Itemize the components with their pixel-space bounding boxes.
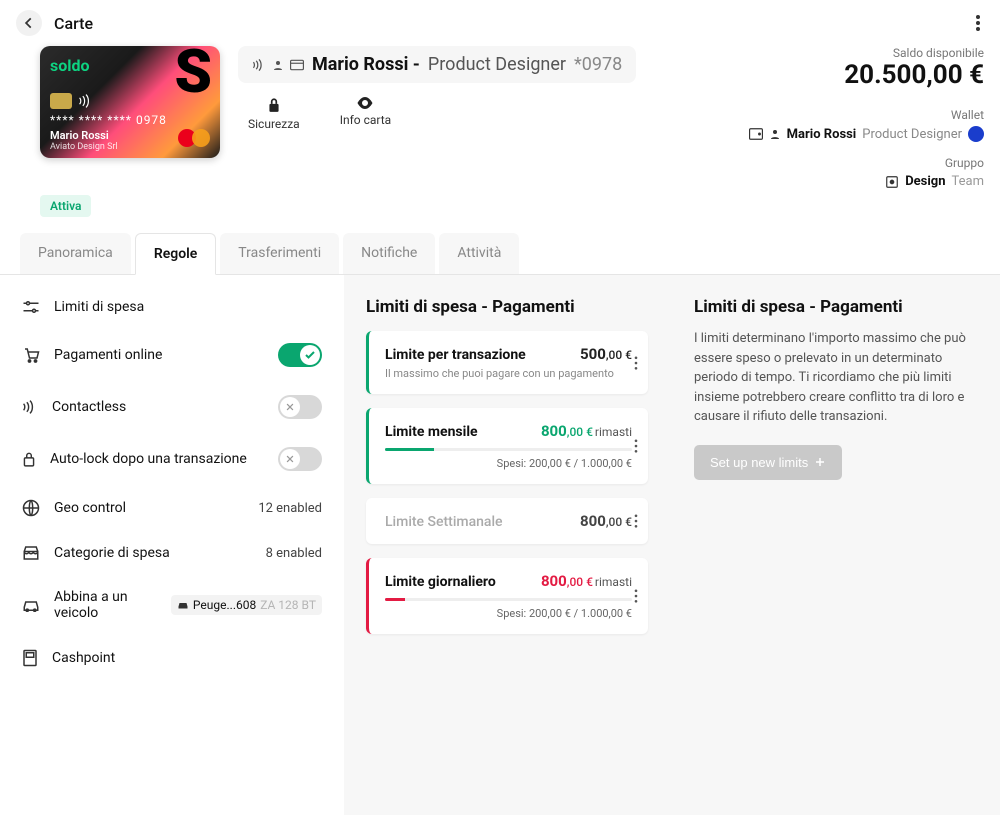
lock-icon: [267, 97, 281, 113]
tab-activity[interactable]: Attività: [439, 233, 519, 274]
limit-more-button[interactable]: [630, 435, 642, 457]
card-name-row: Mario Rossi - Product Designer *0978: [238, 46, 636, 83]
mastercard-logo: [178, 128, 210, 148]
limit-card-daily: Limite giornaliero 800,00 €rimasti Spesi…: [366, 558, 648, 634]
back-button[interactable]: [16, 10, 42, 36]
car-icon: [177, 600, 189, 610]
sidebar-item-cashpoint[interactable]: Cashpoint: [0, 635, 344, 681]
setup-limits-button[interactable]: Set up new limits: [694, 445, 842, 480]
person-icon: [272, 59, 284, 71]
tab-rules[interactable]: Regole: [135, 233, 216, 275]
wallet-icon: [749, 128, 763, 140]
sidebar-item-online-payments[interactable]: Pagamenti online: [0, 329, 344, 381]
limit-more-button[interactable]: [630, 352, 642, 374]
lock-icon: [22, 451, 36, 467]
card-last4: *0978: [574, 54, 622, 75]
limit-card-weekly: Limite Settimanale 800,00 €: [366, 498, 648, 544]
sliders-icon: [22, 299, 40, 315]
group-icon: [885, 175, 899, 189]
globe-icon: [22, 499, 40, 517]
limit-card-monthly: Limite mensile 800,00 €rimasti Spesi: 20…: [366, 408, 648, 484]
car-icon: [22, 598, 40, 612]
balance-amount: 20.500,00 €: [749, 60, 984, 90]
cart-icon: [22, 346, 40, 364]
contactless-icon: [252, 59, 266, 71]
toggle-autolock[interactable]: [278, 447, 322, 471]
sidebar-item-spend-limits[interactable]: Limiti di spesa: [0, 285, 344, 329]
toggle-contactless[interactable]: [278, 395, 322, 419]
x-icon: [285, 402, 295, 412]
sidebar-item-categories[interactable]: Categorie di spesa 8 enabled: [0, 531, 344, 575]
sidebar-item-vehicle[interactable]: Abbina a un veicolo Peuge...608 ZA 128 B…: [0, 575, 344, 635]
group-row[interactable]: Design Team: [749, 174, 984, 189]
toggle-online-payments[interactable]: [278, 343, 322, 367]
contactless-icon: [22, 400, 38, 414]
security-action[interactable]: Sicurezza: [248, 97, 300, 131]
wallet-row[interactable]: Mario Rossi Product Designer: [749, 126, 984, 142]
check-icon: [304, 349, 316, 361]
info-action[interactable]: Info carta: [340, 97, 392, 131]
x-icon: [285, 454, 295, 464]
limit-more-button[interactable]: [630, 585, 642, 607]
eye-icon: [356, 97, 374, 109]
info-panel-title: Limiti di spesa - Pagamenti: [694, 297, 976, 317]
vehicle-chip: Peuge...608 ZA 128 BT: [171, 595, 322, 615]
person-icon: [769, 128, 781, 140]
contactless-icon: [78, 94, 94, 108]
limits-section-title: Limiti di spesa - Pagamenti: [366, 297, 648, 317]
store-icon: [22, 545, 40, 561]
plus-icon: [814, 456, 826, 468]
cardholder-role: Product Designer: [428, 54, 566, 75]
sidebar-item-geo[interactable]: Geo control 12 enabled: [0, 485, 344, 531]
wallet-badge-icon: [968, 126, 984, 142]
limit-more-button[interactable]: [630, 510, 642, 532]
sidebar-item-autolock[interactable]: Auto-lock dopo una transazione: [0, 433, 344, 485]
balance-label: Saldo disponibile: [749, 46, 984, 60]
card-number: **** **** **** 0978: [50, 113, 210, 127]
tab-transfers[interactable]: Trasferimenti: [220, 233, 339, 274]
card-icon: [290, 59, 304, 71]
chip-icon: [50, 93, 72, 109]
info-panel-text: I limiti determinano l'importo massimo c…: [694, 329, 976, 427]
group-label: Gruppo: [749, 156, 984, 170]
card-visual: soldo S **** **** **** 0978 Mario Rossi …: [40, 46, 220, 158]
atm-icon: [22, 649, 38, 667]
sidebar-item-contactless[interactable]: Contactless: [0, 381, 344, 433]
limit-card-per-transaction: Limite per transazione 500,00 € Il massi…: [366, 331, 648, 394]
header-more-button[interactable]: [972, 11, 984, 35]
page-title: Carte: [54, 14, 93, 33]
tab-notifications[interactable]: Notifiche: [343, 233, 435, 274]
rules-sidebar: Limiti di spesa Pagamenti online Contact…: [0, 275, 344, 815]
tab-overview[interactable]: Panoramica: [20, 233, 131, 274]
tabs: Panoramica Regole Trasferimenti Notifich…: [0, 233, 1000, 275]
cardholder-name: Mario Rossi -: [312, 54, 420, 75]
status-badge: Attiva: [40, 195, 91, 217]
wallet-label: Wallet: [749, 108, 984, 122]
